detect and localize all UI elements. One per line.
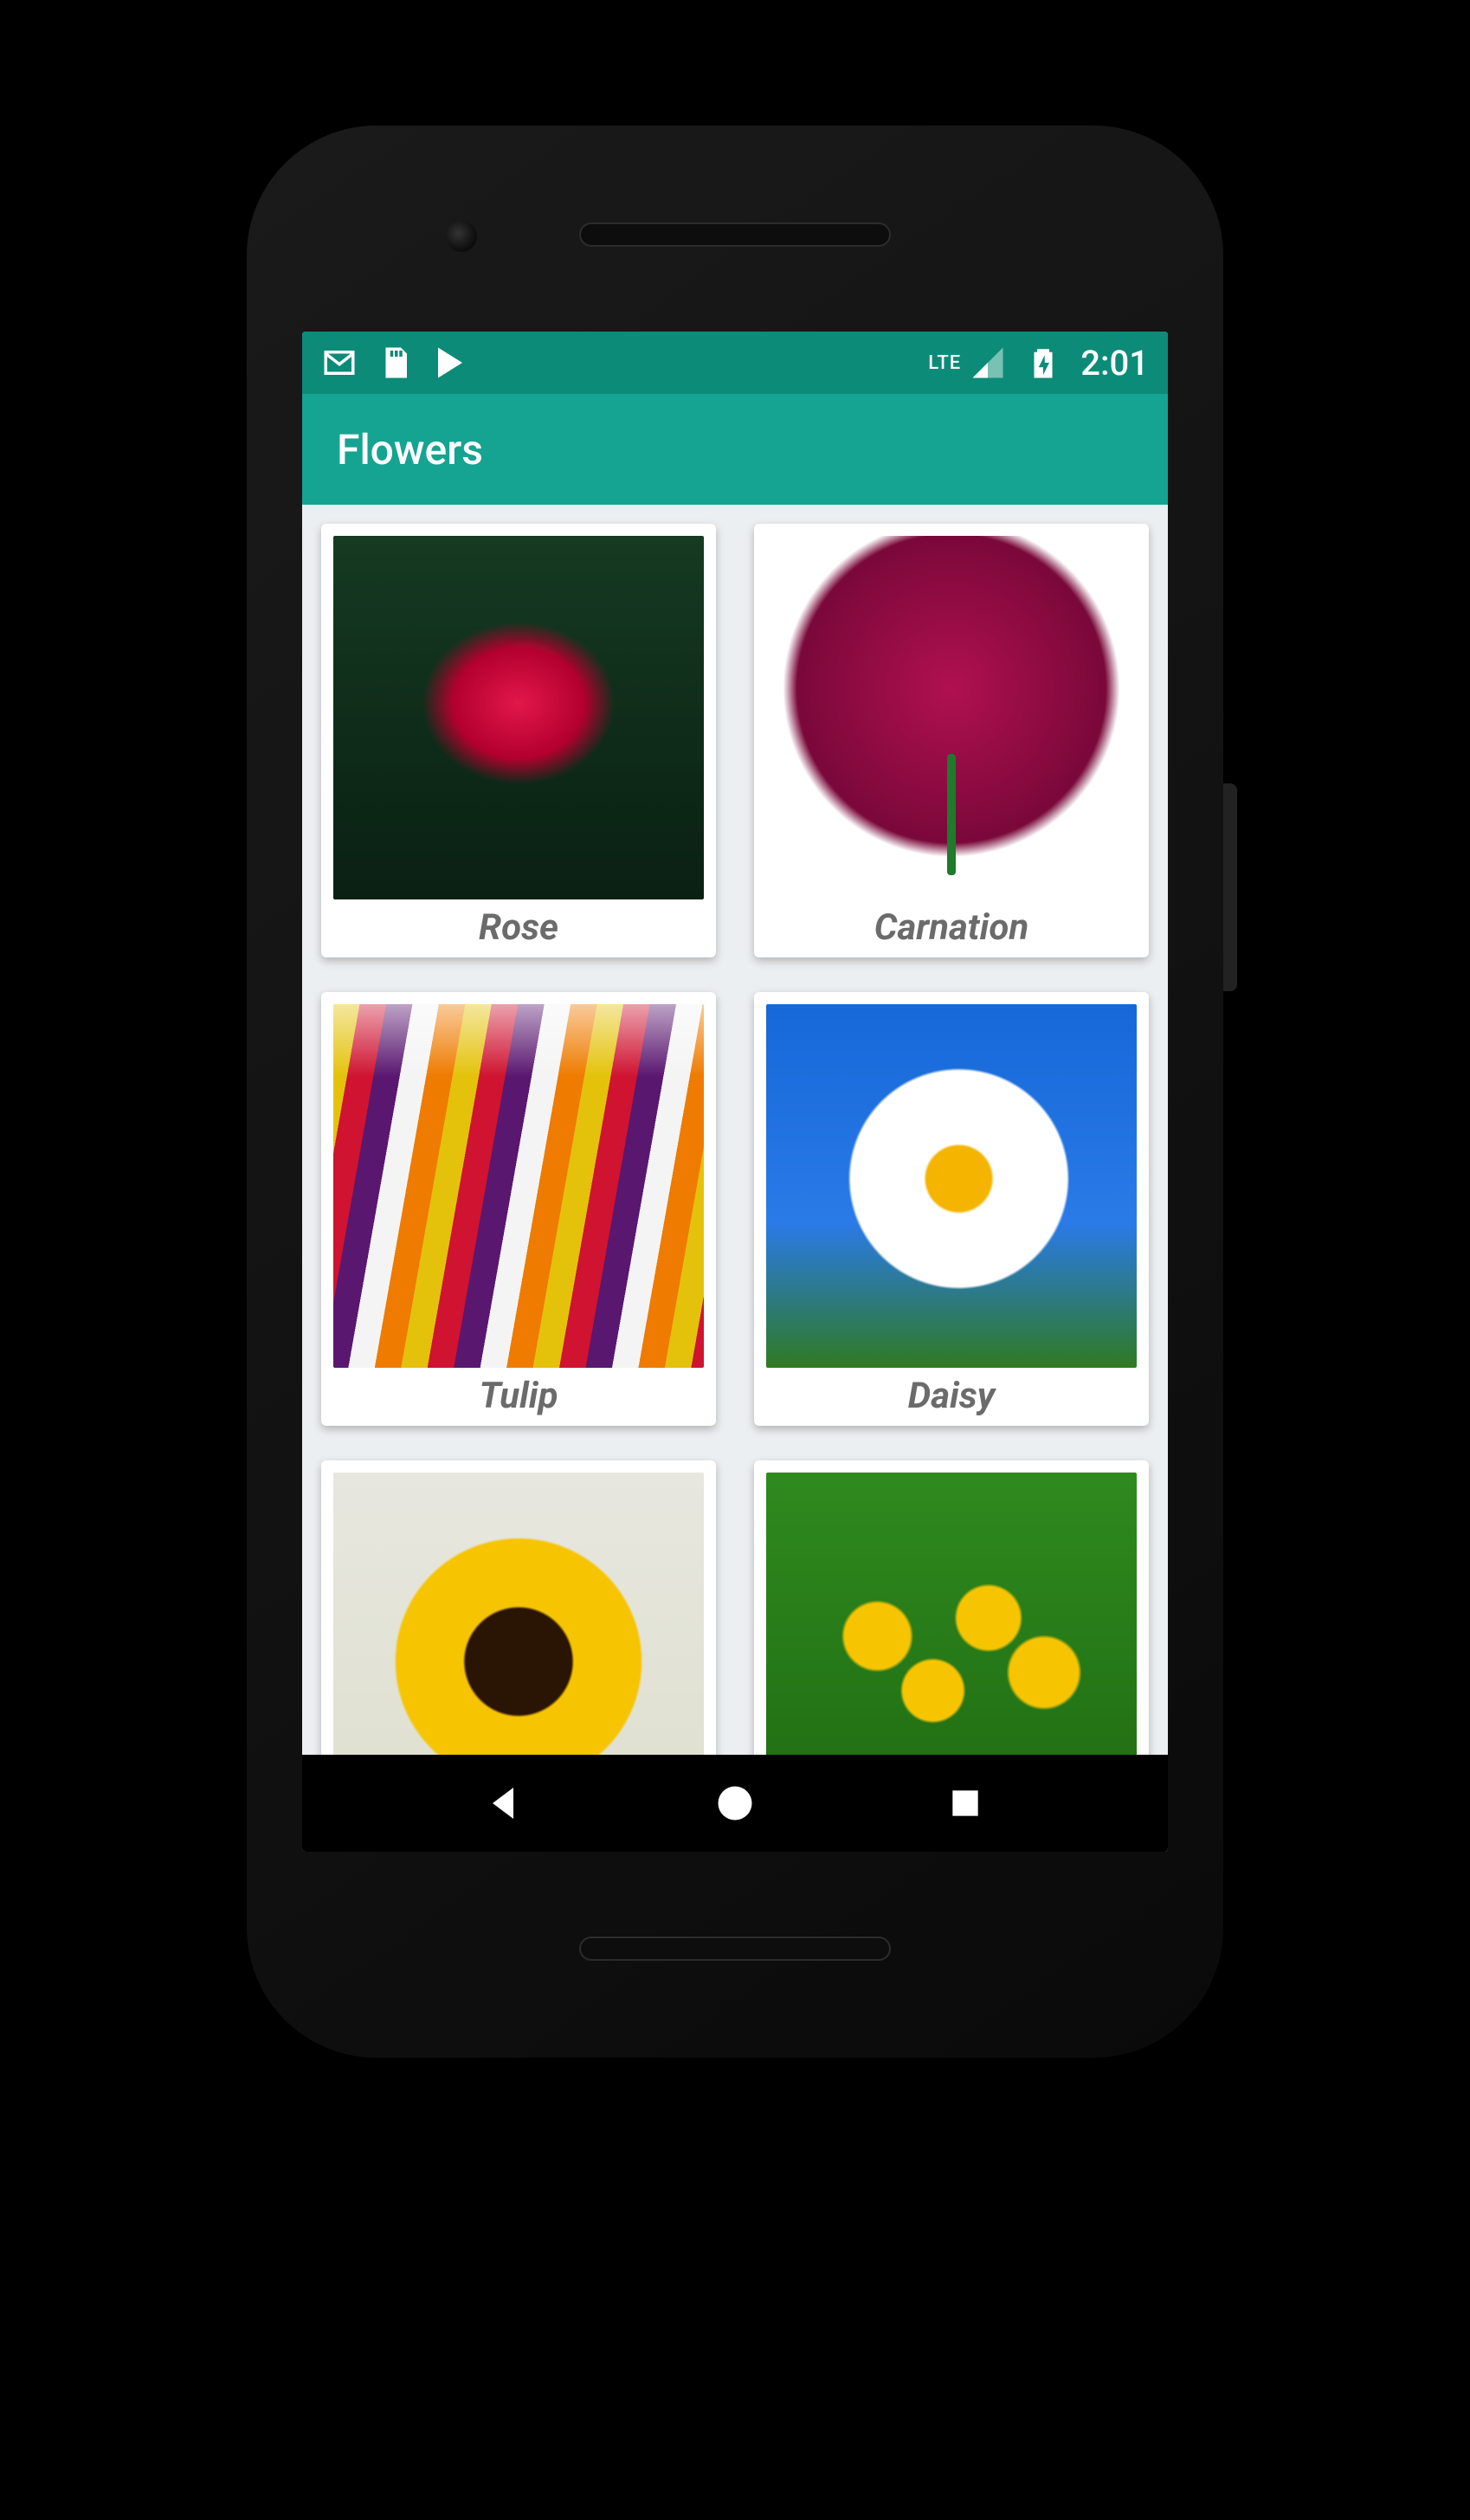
flower-card-daffodil[interactable]: Daffodil (754, 1460, 1149, 1755)
home-button[interactable] (707, 1776, 763, 1831)
flower-image (766, 1004, 1137, 1368)
flower-card-tulip[interactable]: Tulip (321, 992, 716, 1426)
app-title: Flowers (337, 425, 483, 474)
back-button[interactable] (477, 1776, 532, 1831)
flower-card-carnation[interactable]: Carnation (754, 524, 1149, 957)
flower-image (766, 1473, 1137, 1755)
bottom-speaker (579, 1937, 891, 1961)
flower-label: Rose (479, 906, 558, 949)
flower-image (333, 1473, 704, 1755)
gmail-icon (321, 345, 358, 381)
network-type-label: LTE (928, 352, 961, 374)
navigation-bar (302, 1755, 1168, 1852)
flower-card-daisy[interactable]: Daisy (754, 992, 1149, 1426)
recents-button[interactable] (938, 1776, 993, 1831)
signal-icon (970, 345, 1006, 381)
front-camera (446, 221, 477, 252)
flower-image (333, 536, 704, 899)
flower-label: Tulip (479, 1375, 558, 1417)
flower-image (766, 536, 1137, 899)
canvas: LTE 2:01 Flowers Rose (0, 0, 1470, 2520)
content-area[interactable]: Rose Carnation Tulip Daisy (302, 505, 1168, 1755)
app-bar: Flowers (302, 394, 1168, 505)
sd-card-icon (377, 345, 413, 381)
flower-label: Daisy (908, 1375, 996, 1417)
flower-image (333, 1004, 704, 1368)
status-bar: LTE 2:01 (302, 332, 1168, 394)
flower-label: Carnation (874, 906, 1028, 949)
play-store-icon (432, 345, 468, 381)
phone-side-button (1223, 783, 1237, 991)
flower-card-sunflower[interactable]: Sunflower (321, 1460, 716, 1755)
clock-label: 2:01 (1080, 343, 1149, 383)
flower-grid: Rose Carnation Tulip Daisy (321, 524, 1149, 1755)
battery-charging-icon (1025, 345, 1061, 381)
earpiece-speaker (579, 222, 891, 247)
screen: LTE 2:01 Flowers Rose (302, 332, 1168, 1852)
phone-frame: LTE 2:01 Flowers Rose (247, 126, 1223, 2058)
flower-card-rose[interactable]: Rose (321, 524, 716, 957)
